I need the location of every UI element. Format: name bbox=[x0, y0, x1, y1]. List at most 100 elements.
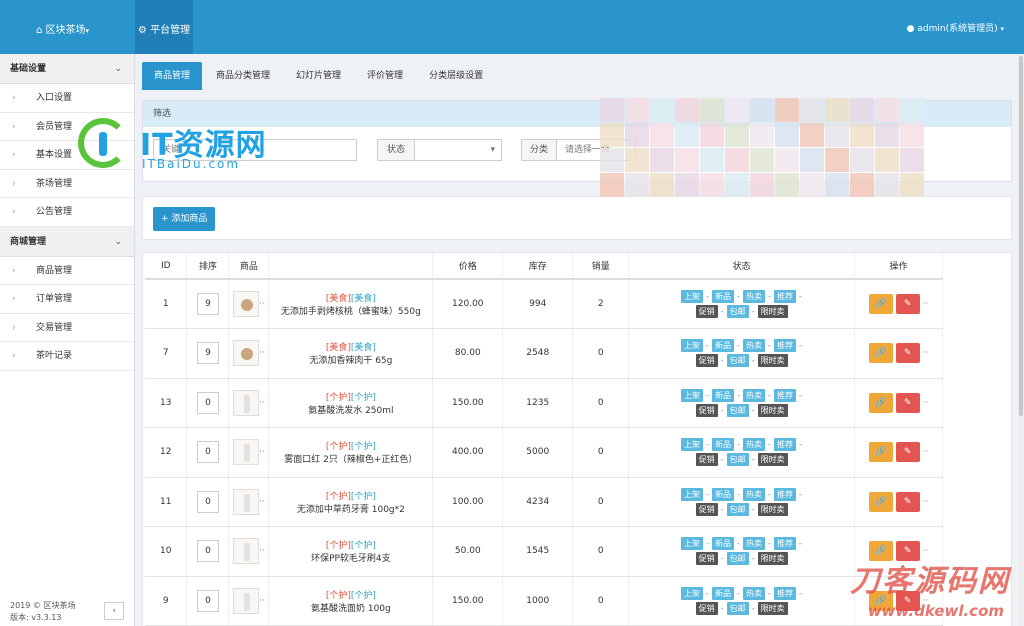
tab-item[interactable]: 商品管理 bbox=[142, 62, 203, 90]
sort-input[interactable]: 0 bbox=[196, 490, 219, 513]
status-toggle[interactable]: 促销 bbox=[695, 601, 718, 615]
status-toggle[interactable]: 热卖 bbox=[743, 339, 766, 353]
nav-platform-management[interactable]: ⚙ 平台管理 bbox=[135, 0, 193, 54]
status-toggle[interactable]: 热卖 bbox=[743, 438, 766, 452]
sidebar-item[interactable]: › 茶叶记录 bbox=[0, 342, 134, 371]
sort-input[interactable]: 0 bbox=[196, 391, 219, 414]
sort-input[interactable]: 9 bbox=[196, 293, 219, 315]
status-toggle[interactable]: 新品 bbox=[712, 537, 735, 551]
status-toggle[interactable]: 上架 bbox=[681, 537, 704, 551]
status-toggle[interactable]: 包邮 bbox=[726, 552, 749, 566]
product-thumbnail[interactable] bbox=[233, 389, 260, 416]
add-product-button[interactable]: + 添加商品 bbox=[153, 207, 216, 231]
status-toggle[interactable]: 包邮 bbox=[726, 601, 749, 615]
status-toggle[interactable]: 热卖 bbox=[743, 290, 766, 303]
status-toggle[interactable]: 推荐 bbox=[774, 537, 796, 551]
status-toggle[interactable]: 新品 bbox=[712, 339, 735, 353]
status-toggle[interactable]: 包邮 bbox=[726, 354, 749, 368]
brand-menu[interactable]: ⌂ 区块茶场▾ bbox=[36, 21, 89, 36]
status-toggle[interactable]: 新品 bbox=[712, 438, 735, 452]
status-toggle[interactable]: 促销 bbox=[695, 453, 718, 467]
status-toggle[interactable]: 限时卖 bbox=[757, 305, 788, 318]
link-button[interactable]: 🔗 bbox=[868, 442, 893, 463]
edit-button[interactable]: ✎ bbox=[895, 294, 920, 314]
status-toggle[interactable]: 新品 bbox=[712, 487, 735, 501]
collapse-sidebar-button[interactable]: ‹ bbox=[104, 602, 124, 620]
sort-input[interactable]: 0 bbox=[196, 589, 219, 612]
more-icon[interactable]: ·· bbox=[920, 497, 928, 507]
edit-button[interactable]: ✎ bbox=[895, 491, 920, 512]
sidebar-item[interactable]: › 订单管理 bbox=[0, 285, 134, 314]
status-toggle[interactable]: 限时卖 bbox=[757, 502, 788, 516]
status-toggle[interactable]: 推荐 bbox=[774, 438, 796, 452]
status-toggle[interactable]: 促销 bbox=[695, 502, 718, 516]
status-toggle[interactable]: 推荐 bbox=[774, 388, 796, 402]
sort-input[interactable]: 9 bbox=[196, 342, 219, 365]
status-toggle[interactable]: 限时卖 bbox=[757, 552, 788, 566]
sidebar-item[interactable]: › 茶场管理 bbox=[0, 170, 134, 198]
scrollbar-thumb[interactable] bbox=[1019, 56, 1023, 416]
sort-input[interactable]: 0 bbox=[196, 441, 219, 464]
link-button[interactable]: 🔗 bbox=[868, 343, 893, 364]
status-toggle[interactable]: 上架 bbox=[681, 438, 704, 452]
status-toggle[interactable]: 推荐 bbox=[774, 290, 796, 303]
status-toggle[interactable]: 包邮 bbox=[726, 453, 749, 467]
status-toggle[interactable]: 上架 bbox=[681, 586, 704, 600]
status-toggle[interactable]: 促销 bbox=[695, 305, 718, 318]
status-toggle[interactable]: 推荐 bbox=[774, 586, 796, 600]
status-toggle[interactable]: 上架 bbox=[681, 339, 704, 353]
tab-item[interactable]: 分类层级设置 bbox=[417, 62, 495, 90]
status-toggle[interactable]: 包邮 bbox=[726, 403, 749, 417]
status-toggle[interactable]: 包邮 bbox=[726, 502, 749, 516]
product-thumbnail[interactable] bbox=[233, 439, 260, 466]
sidebar-item[interactable]: › 入口设置 bbox=[0, 84, 134, 113]
product-thumbnail[interactable] bbox=[233, 291, 260, 317]
status-toggle[interactable]: 推荐 bbox=[774, 339, 796, 353]
sort-input[interactable]: 0 bbox=[196, 540, 219, 563]
status-toggle[interactable]: 新品 bbox=[712, 586, 735, 600]
product-thumbnail[interactable] bbox=[233, 488, 260, 515]
status-toggle[interactable]: 限时卖 bbox=[757, 403, 788, 417]
sidebar-section-header[interactable]: 商城管理 ⌄ bbox=[0, 226, 134, 257]
more-icon[interactable]: ·· bbox=[920, 447, 928, 457]
edit-button[interactable]: ✎ bbox=[895, 343, 920, 364]
more-icon[interactable]: ·· bbox=[920, 398, 928, 408]
status-toggle[interactable]: 新品 bbox=[712, 290, 735, 303]
status-toggle[interactable]: 热卖 bbox=[743, 537, 766, 551]
status-toggle[interactable]: 热卖 bbox=[743, 586, 766, 600]
page-scrollbar[interactable] bbox=[1018, 54, 1024, 626]
sidebar-item[interactable]: › 交易管理 bbox=[0, 314, 134, 342]
product-thumbnail[interactable] bbox=[233, 538, 260, 565]
status-select[interactable]: ▾ bbox=[414, 139, 502, 161]
status-toggle[interactable]: 上架 bbox=[681, 487, 704, 501]
tab-item[interactable]: 商品分类管理 bbox=[204, 62, 282, 90]
status-toggle[interactable]: 推荐 bbox=[774, 487, 796, 501]
sidebar-section-header[interactable]: 基础设置 ⌄ bbox=[0, 54, 134, 84]
status-toggle[interactable]: 上架 bbox=[681, 388, 704, 402]
status-toggle[interactable]: 热卖 bbox=[743, 388, 766, 402]
edit-button[interactable]: ✎ bbox=[895, 442, 920, 463]
status-toggle[interactable]: 促销 bbox=[695, 403, 718, 417]
status-toggle[interactable]: 促销 bbox=[695, 552, 718, 566]
more-icon[interactable]: ·· bbox=[920, 546, 928, 556]
tab-item[interactable]: 幻灯片管理 bbox=[284, 62, 353, 90]
sidebar-item[interactable]: › 公告管理 bbox=[0, 198, 134, 227]
status-toggle[interactable]: 上架 bbox=[681, 290, 704, 303]
status-toggle[interactable]: 促销 bbox=[695, 354, 718, 368]
user-menu[interactable]: ● admin(系统管理员) ▾ bbox=[907, 21, 1004, 34]
status-toggle[interactable]: 限时卖 bbox=[757, 354, 788, 368]
link-button[interactable]: 🔗 bbox=[868, 491, 893, 512]
link-button[interactable]: 🔗 bbox=[868, 294, 893, 314]
product-thumbnail[interactable] bbox=[233, 340, 260, 367]
more-icon[interactable]: ·· bbox=[920, 299, 928, 309]
status-toggle[interactable]: 热卖 bbox=[743, 487, 766, 501]
status-toggle[interactable]: 包邮 bbox=[726, 305, 749, 318]
product-thumbnail[interactable] bbox=[233, 587, 260, 614]
edit-button[interactable]: ✎ bbox=[895, 392, 920, 413]
more-icon[interactable]: ·· bbox=[920, 348, 928, 358]
status-toggle[interactable]: 限时卖 bbox=[757, 601, 788, 615]
sidebar-item[interactable]: › 商品管理 bbox=[0, 257, 134, 285]
status-toggle[interactable]: 新品 bbox=[712, 388, 735, 402]
link-button[interactable]: 🔗 bbox=[868, 392, 893, 413]
tab-item[interactable]: 评价管理 bbox=[355, 62, 415, 90]
